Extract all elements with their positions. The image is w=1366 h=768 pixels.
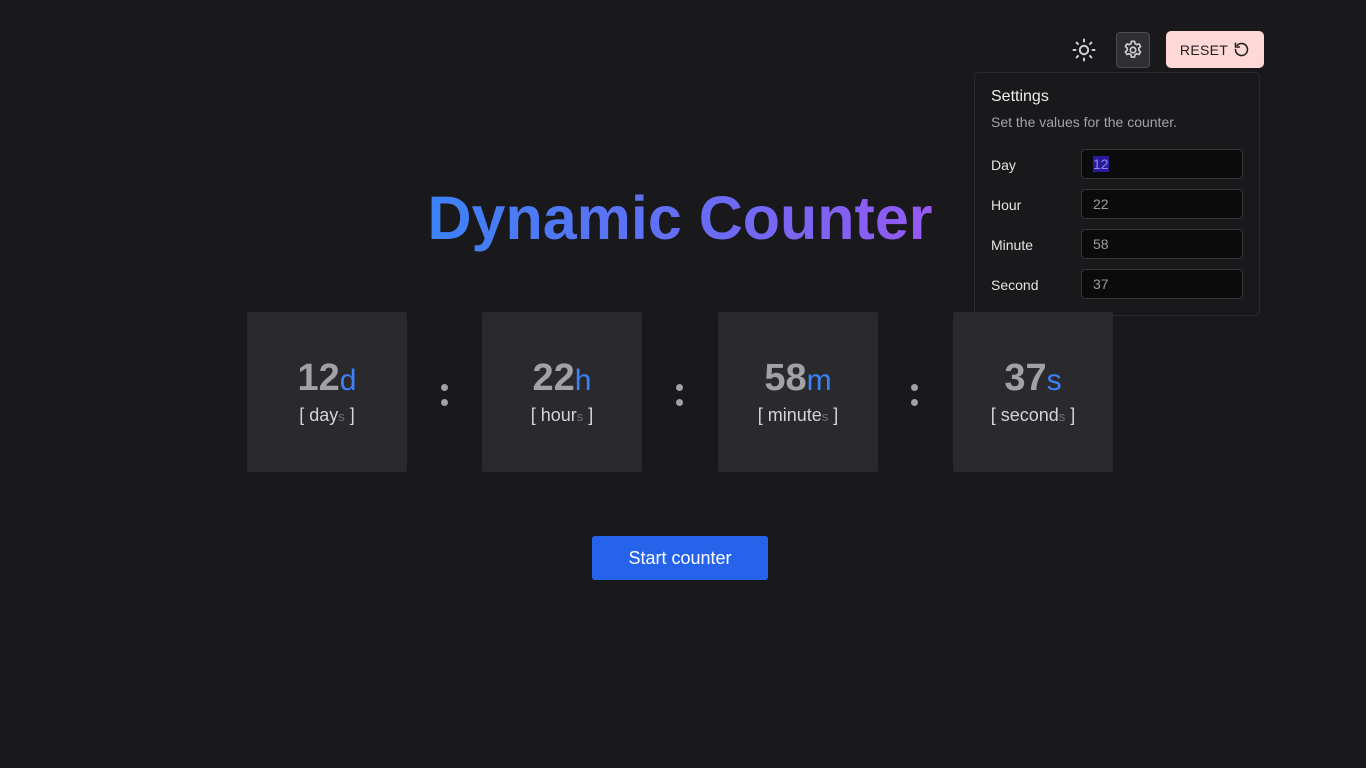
settings-subtitle: Set the values for the counter. <box>991 114 1178 130</box>
minutes-word: minute <box>767 405 822 425</box>
rotate-ccw-icon <box>1234 42 1249 57</box>
theme-toggle-button[interactable] <box>1068 34 1100 66</box>
days-word: day <box>309 405 339 425</box>
minutes-unit: m <box>806 364 832 397</box>
days-box: 12d [ days ] <box>247 312 407 472</box>
second-setting-row: Second 37 <box>991 269 1245 301</box>
hours-number: 22 <box>532 357 575 399</box>
hours-unit: h <box>574 364 592 397</box>
minutes-box: 58m [ minutes ] <box>718 312 878 472</box>
minutes-label: [ minutes ] <box>718 405 878 426</box>
minutes-bracket-open: [ <box>757 405 763 425</box>
start-counter-button[interactable]: Start counter <box>592 536 768 580</box>
page-title-text: Dynamic Counter <box>427 184 933 252</box>
hours-bracket-close: ] <box>588 405 594 425</box>
days-plural: s <box>338 409 345 424</box>
seconds-value: 37s <box>953 356 1113 403</box>
hours-bracket-open: [ <box>530 405 536 425</box>
colon-separator <box>441 384 449 408</box>
hours-label: [ hours ] <box>482 405 642 426</box>
day-input-value: 12 <box>1093 156 1109 172</box>
days-number: 12 <box>297 357 340 399</box>
sun-icon <box>1072 38 1096 62</box>
reset-button[interactable]: RESET <box>1166 31 1264 68</box>
page: RESET Settings Set the values for the co… <box>0 0 1366 768</box>
hours-word: hour <box>540 405 577 425</box>
seconds-word: second <box>1000 405 1059 425</box>
days-label: [ days ] <box>247 405 407 426</box>
page-title: Dynamic Counter <box>0 182 1360 254</box>
settings-button[interactable] <box>1116 32 1150 68</box>
day-input[interactable]: 12 <box>1081 149 1243 179</box>
hours-box: 22h [ hours ] <box>482 312 642 472</box>
reset-label: RESET <box>1179 41 1229 58</box>
days-bracket-open: [ <box>299 405 305 425</box>
seconds-bracket-close: ] <box>1070 405 1076 425</box>
second-input[interactable]: 37 <box>1081 269 1243 299</box>
second-label: Second <box>991 277 1039 293</box>
minutes-number: 58 <box>764 357 807 399</box>
days-bracket-close: ] <box>349 405 355 425</box>
gear-icon <box>1124 40 1142 58</box>
hours-plural: s <box>576 409 584 424</box>
hours-value: 22h <box>482 356 642 403</box>
day-setting-row: Day 12 <box>991 149 1245 181</box>
seconds-bracket-open: [ <box>990 405 996 425</box>
seconds-plural: s <box>1058 409 1066 424</box>
colon-separator <box>676 384 684 408</box>
days-value: 12d <box>247 356 407 403</box>
seconds-number: 37 <box>1004 357 1047 399</box>
seconds-box: 37s [ seconds ] <box>953 312 1113 472</box>
minutes-plural: s <box>821 409 829 424</box>
minutes-bracket-close: ] <box>833 405 839 425</box>
day-label: Day <box>991 157 1016 173</box>
days-unit: d <box>339 364 357 397</box>
colon-separator <box>911 384 919 408</box>
seconds-label: [ seconds ] <box>953 405 1113 426</box>
settings-title: Settings <box>991 88 1049 105</box>
seconds-unit: s <box>1046 364 1062 397</box>
minutes-value: 58m <box>718 356 878 403</box>
